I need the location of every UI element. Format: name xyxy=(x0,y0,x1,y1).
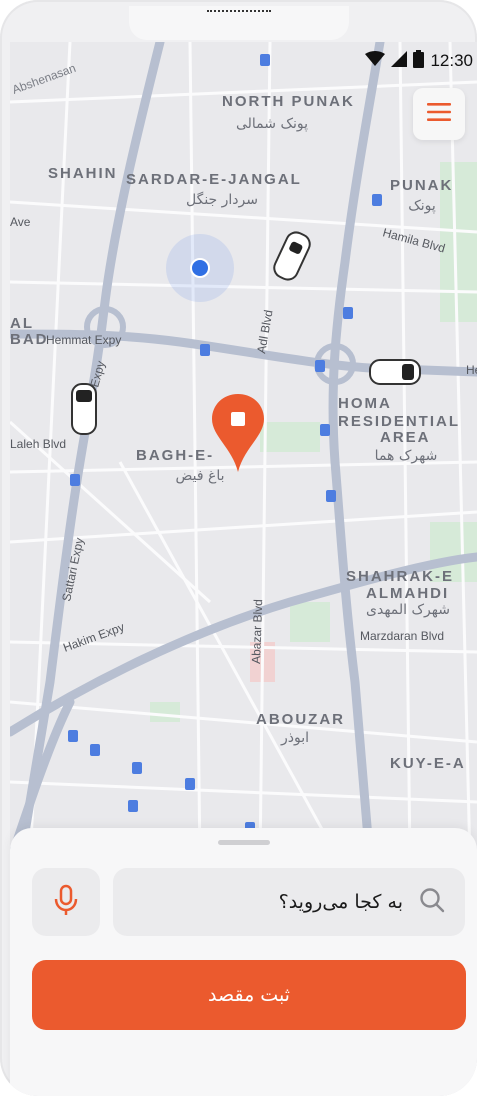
svg-text:RESIDENTIAL: RESIDENTIAL xyxy=(338,413,460,430)
svg-text:AL: AL xyxy=(10,315,34,332)
status-time: 12:30 xyxy=(430,51,473,70)
signal-icon xyxy=(391,51,408,71)
svg-text:ابوذر: ابوذر xyxy=(280,730,309,746)
svg-text:Marzdaran Blvd: Marzdaran Blvd xyxy=(360,629,444,643)
svg-text:شهرک المهدی: شهرک المهدی xyxy=(366,602,450,618)
voice-search-button[interactable] xyxy=(32,868,100,936)
wifi-icon xyxy=(365,51,386,71)
submit-destination-button[interactable]: ثبت مقصد xyxy=(32,960,466,1030)
bottom-sheet: ثبت مقصد xyxy=(10,828,477,1096)
menu-icon xyxy=(427,103,451,125)
destination-search[interactable] xyxy=(113,868,465,936)
map-label-north-punak: NORTH PUNAK xyxy=(222,93,355,110)
svg-text:Expy: Expy xyxy=(87,359,107,388)
destination-pin-icon[interactable] xyxy=(210,392,266,478)
svg-text:SHAHIN: SHAHIN xyxy=(48,165,118,182)
svg-text:سردار جنگل: سردار جنگل xyxy=(186,191,258,208)
svg-text:BAD: BAD xyxy=(10,331,49,348)
battery-icon xyxy=(413,50,425,72)
svg-text:Hemmat Expy: Hemmat Expy xyxy=(46,333,121,347)
svg-text:پونک شمالی: پونک شمالی xyxy=(236,116,308,132)
svg-text:شهرک هما: شهرک هما xyxy=(375,448,438,464)
svg-text:Laleh Blvd: Laleh Blvd xyxy=(10,437,66,451)
svg-text:PUNAK: PUNAK xyxy=(390,177,453,194)
svg-text:Abazar Blvd: Abazar Blvd xyxy=(249,599,265,664)
search-icon xyxy=(419,887,445,917)
svg-text:ALMAHDI: ALMAHDI xyxy=(366,585,449,602)
svg-text:SHAHRAK-E: SHAHRAK-E xyxy=(346,568,454,585)
svg-text:SARDAR-E-JANGAL: SARDAR-E-JANGAL xyxy=(126,171,302,188)
status-bar: 12:30 xyxy=(333,48,477,74)
menu-button[interactable] xyxy=(413,88,465,140)
search-input[interactable] xyxy=(161,890,405,914)
phone-frame: NORTH PUNAK SHAHIN SARDAR-E-JANGAL PUNAK… xyxy=(0,0,477,1096)
svg-text:KUY-E-A: KUY-E-A xyxy=(390,755,466,772)
svg-text:BAGH-E-: BAGH-E- xyxy=(136,447,214,464)
svg-text:Ave: Ave xyxy=(10,215,31,229)
svg-text:AREA: AREA xyxy=(380,429,431,446)
speaker xyxy=(206,10,271,18)
svg-text:پونک: پونک xyxy=(408,198,436,214)
svg-text:ABOUZAR: ABOUZAR xyxy=(256,711,345,728)
sheet-handle[interactable] xyxy=(217,840,270,845)
svg-text:Adl Blvd: Adl Blvd xyxy=(254,309,275,355)
svg-text:Hakim Expy: Hakim Expy xyxy=(61,620,126,655)
svg-text:HOMA: HOMA xyxy=(338,395,392,412)
svg-text:He: He xyxy=(466,363,477,377)
mic-icon xyxy=(53,884,79,920)
